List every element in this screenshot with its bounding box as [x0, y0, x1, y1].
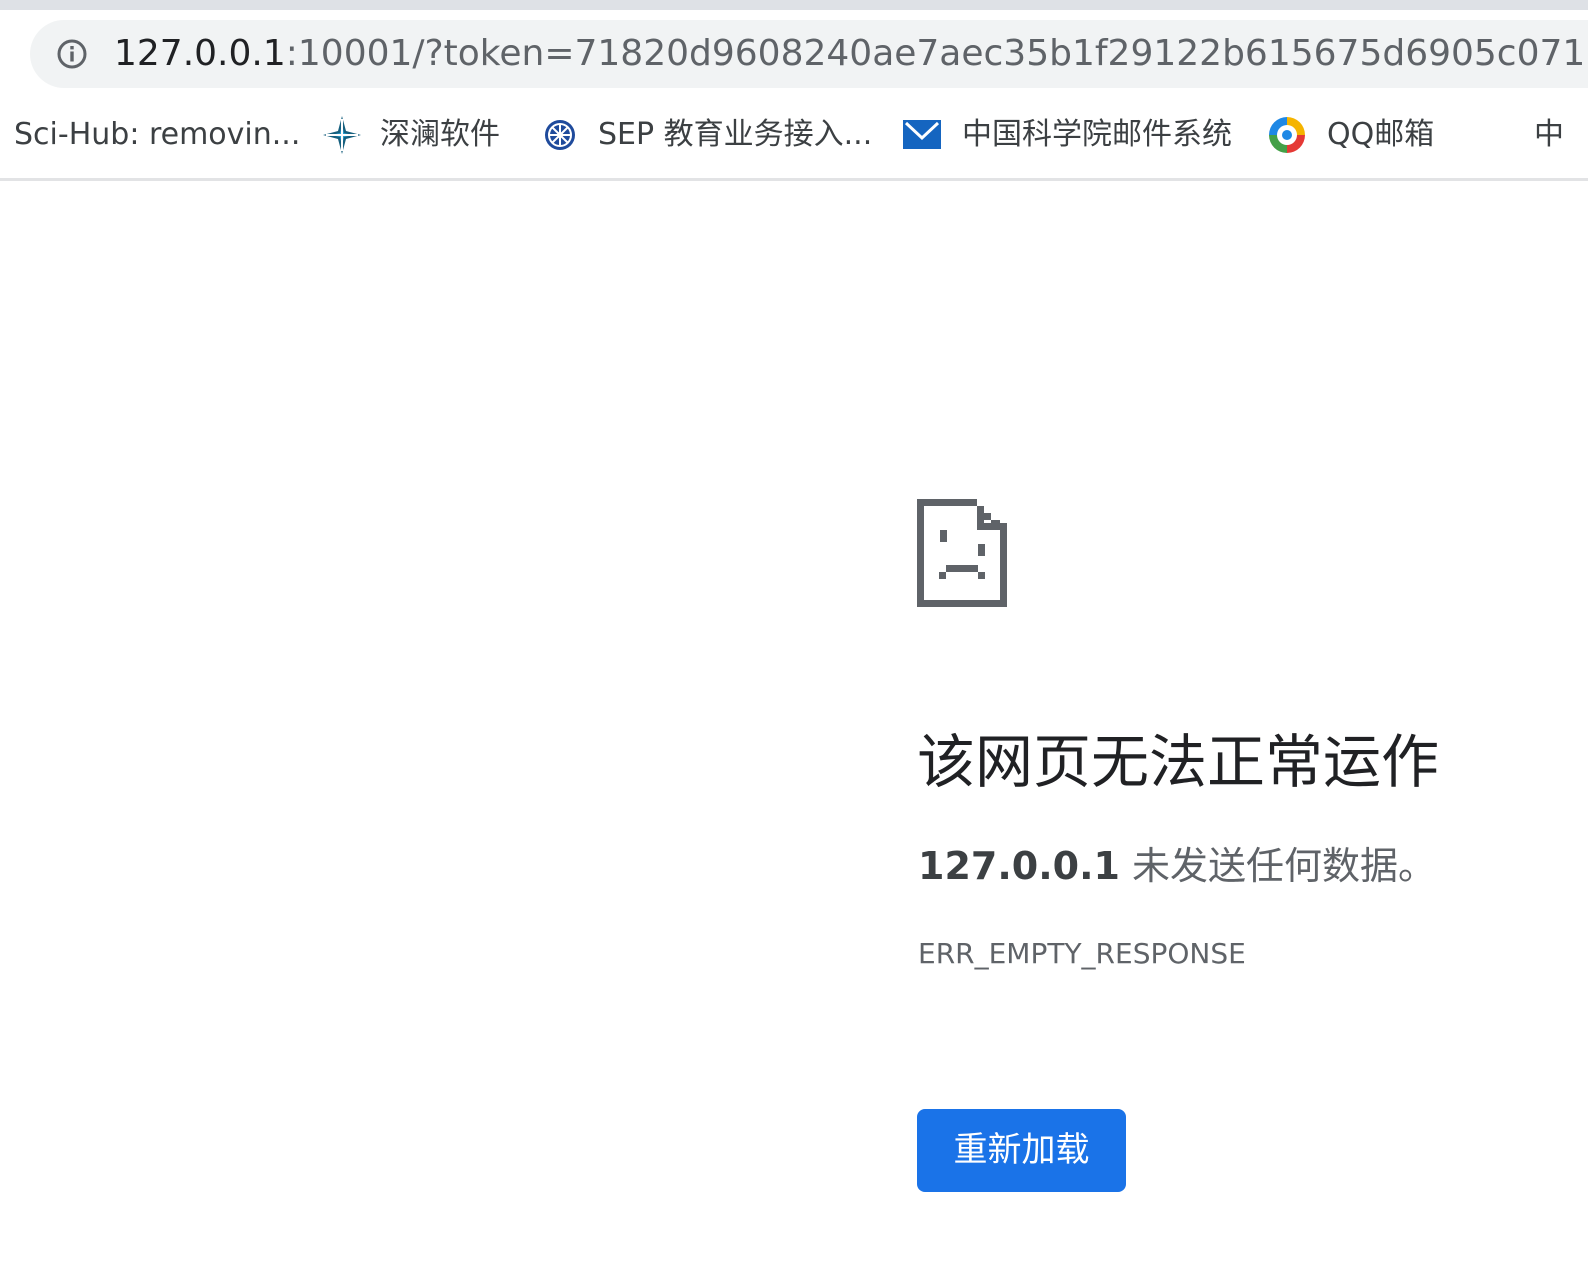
bookmark-label: 深澜软件	[380, 117, 500, 152]
url-host: 127.0.0.1	[114, 33, 286, 74]
info-icon[interactable]	[56, 38, 88, 70]
bookmark-label: Sci-Hub: removin...	[14, 117, 301, 152]
browser-toolbar: 127.0.0.1:10001/?token=71820d9608240ae7a…	[0, 10, 1588, 98]
wheel-logo-icon	[545, 120, 575, 150]
bookmarks-bar: Sci-Hub: removin... 深澜软件 SEP 教育业务接入... 中…	[0, 98, 1588, 181]
error-host: 127.0.0.1	[918, 844, 1120, 888]
bookmark-label: SEP 教育业务接入...	[598, 117, 873, 152]
compass-star-icon	[323, 116, 361, 154]
sad-document-icon	[917, 499, 1007, 607]
url-text[interactable]: 127.0.0.1:10001/?token=71820d9608240ae7a…	[114, 30, 1588, 78]
url-path: :10001/?token=71820d9608240ae7aec35b1f29…	[285, 33, 1588, 74]
reload-button[interactable]: 重新加载	[917, 1109, 1126, 1192]
error-code: ERR_EMPTY_RESPONSE	[918, 937, 1246, 970]
bookmark-label: 中	[1534, 117, 1564, 152]
address-bar[interactable]: 127.0.0.1:10001/?token=71820d9608240ae7a…	[30, 20, 1588, 88]
qq-mail-icon	[1269, 117, 1305, 153]
error-summary-text: 未发送任何数据。	[1119, 844, 1437, 888]
mail-envelope-icon	[903, 120, 941, 149]
bookmark-label: QQ邮箱	[1327, 117, 1435, 152]
error-heading: 该网页无法正常运作	[917, 728, 1440, 796]
bookmark-label: 中国科学院邮件系统	[962, 117, 1232, 152]
error-summary: 127.0.0.1 未发送任何数据。	[918, 838, 1436, 894]
tab-strip-edge	[0, 0, 1588, 10]
